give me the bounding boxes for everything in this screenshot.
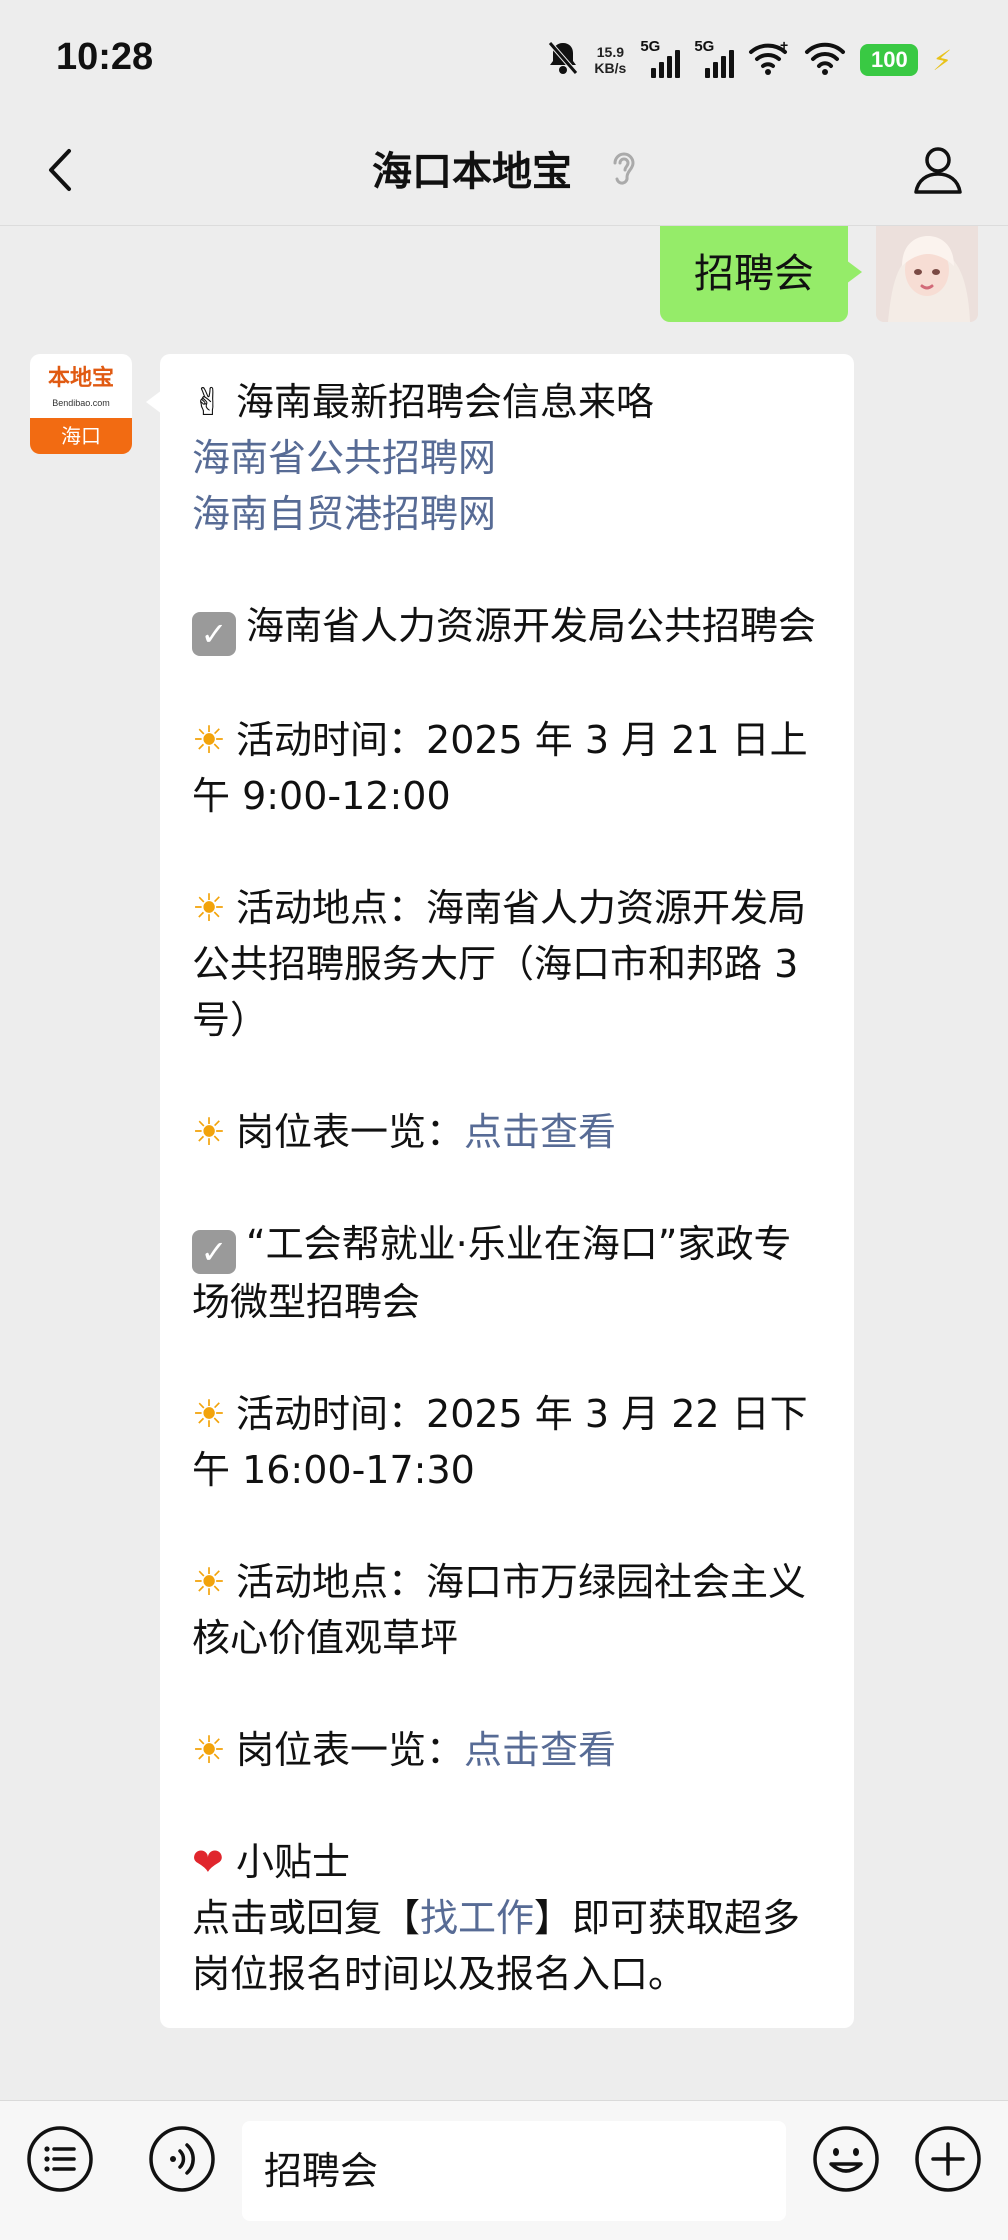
event2-jobs: ☀ 岗位表一览：点击查看 xyxy=(192,1722,822,1778)
link-free-trade-port-recruit[interactable]: 海南自贸港招聘网 xyxy=(192,492,496,536)
event1-jobs-link[interactable]: 点击查看 xyxy=(464,1110,616,1154)
input-bar: 招聘会 xyxy=(0,2100,1008,2240)
event1-time: ☀ 活动时间：2025 年 3 月 21 日上午 9:00-12:00 xyxy=(192,712,822,824)
status-icons: 15.9 KB/s 5G 5G + 100 ⚡ xyxy=(546,37,952,82)
voice-icon xyxy=(147,2124,217,2198)
chat-title: 海口本地宝 xyxy=(0,142,1008,204)
svg-text:+: + xyxy=(780,40,788,53)
checkbox-icon: ✓ xyxy=(192,612,236,656)
tip-text: 点击或回复【找工作】即可获取超多岗位报名时间以及报名入口。 xyxy=(192,1896,801,1996)
sun-icon: ☀ xyxy=(192,1560,227,1604)
signal-bars-icon xyxy=(705,50,735,78)
voice-button[interactable] xyxy=(146,2125,218,2197)
speed-value: 15.9 xyxy=(596,44,624,60)
event1-jobs: ☀ 岗位表一览：点击查看 xyxy=(192,1104,822,1160)
charging-bolt-icon: ⚡ xyxy=(932,43,952,77)
received-message-row: 本地宝 Bendibao.com 海口 ✌ 海南最新招聘会信息来咯 海南省公共招聘… xyxy=(30,354,854,2028)
profile-button[interactable] xyxy=(906,140,970,204)
plus-icon xyxy=(913,2124,983,2198)
link-hainan-public-recruit[interactable]: 海南省公共招聘网 xyxy=(192,436,496,480)
avatar-domain: Bendibao.com xyxy=(52,398,110,408)
received-message-bubble[interactable]: ✌ 海南最新招聘会信息来咯 海南省公共招聘网 海南自贸港招聘网 ✓ 海南省人力资源开… xyxy=(146,354,854,2028)
status-bar: 10:28 15.9 KB/s 5G 5G + 100 ⚡ xyxy=(0,0,1008,118)
event2-place: ☀ 活动地点：海口市万绿园社会主义核心价值观草坪 xyxy=(192,1554,822,1666)
heart-icon: ❤ xyxy=(192,1840,224,1884)
emoji-icon xyxy=(811,2124,881,2198)
profile-icon xyxy=(912,144,964,200)
avatar-brand: 本地宝 xyxy=(47,366,114,391)
menu-list-icon xyxy=(25,2124,95,2198)
sun-icon: ☀ xyxy=(192,1728,227,1772)
status-time: 10:28 xyxy=(56,36,154,78)
event1-place: ☀ 活动地点：海南省人力资源开发局公共招聘服务大厅（海口市和邦路 3 号） xyxy=(192,880,822,1048)
reply-intro: ✌ 海南最新招聘会信息来咯 xyxy=(192,374,822,430)
nav-bar: 海口本地宝 xyxy=(0,118,1008,226)
checkbox-icon: ✓ xyxy=(192,1230,236,1274)
sun-icon: ☀ xyxy=(192,718,227,762)
sent-message-bubble[interactable]: 招聘会 xyxy=(660,226,862,322)
menu-button[interactable] xyxy=(24,2125,96,2197)
signal-sim2: 5G xyxy=(694,38,735,78)
speed-unit: KB/s xyxy=(594,60,627,76)
wifi-plus-icon: + xyxy=(748,37,790,80)
network-speed: 15.9 KB/s xyxy=(594,44,626,76)
emoji-button[interactable] xyxy=(810,2125,882,2197)
victory-hand-icon: ✌ xyxy=(192,380,224,424)
wifi-icon xyxy=(804,40,846,80)
chat-title-text: 海口本地宝 xyxy=(372,149,573,195)
sun-icon: ☀ xyxy=(192,886,227,930)
event2-time: ☀ 活动时间：2025 年 3 月 22 日下午 16:00-17:30 xyxy=(192,1386,822,1498)
message-input[interactable]: 招聘会 xyxy=(242,2121,786,2221)
signal-sim1: 5G xyxy=(640,38,681,78)
event2-title: ✓ “工会帮就业·乐业在海口”家政专场微型招聘会 xyxy=(192,1222,792,1324)
sun-icon: ☀ xyxy=(192,1392,227,1436)
sent-message-row: 招聘会 xyxy=(660,226,978,322)
sun-icon: ☀ xyxy=(192,1110,227,1154)
ear-icon xyxy=(610,144,636,204)
user-avatar[interactable] xyxy=(876,226,978,322)
avatar-city: 海口 xyxy=(30,418,132,454)
event1-title: ✓ 海南省人力资源开发局公共招聘会 xyxy=(192,598,822,656)
mute-bell-icon xyxy=(546,40,580,80)
tip-title: ❤ 小贴士 xyxy=(192,1834,822,1890)
find-job-link[interactable]: 找工作 xyxy=(420,1896,534,1940)
battery-level: 100 xyxy=(860,44,919,76)
event2-jobs-link[interactable]: 点击查看 xyxy=(464,1728,616,1772)
bendibao-avatar[interactable]: 本地宝 Bendibao.com 海口 xyxy=(30,354,132,454)
signal-bars-icon xyxy=(651,50,681,78)
plus-button[interactable] xyxy=(912,2125,984,2197)
